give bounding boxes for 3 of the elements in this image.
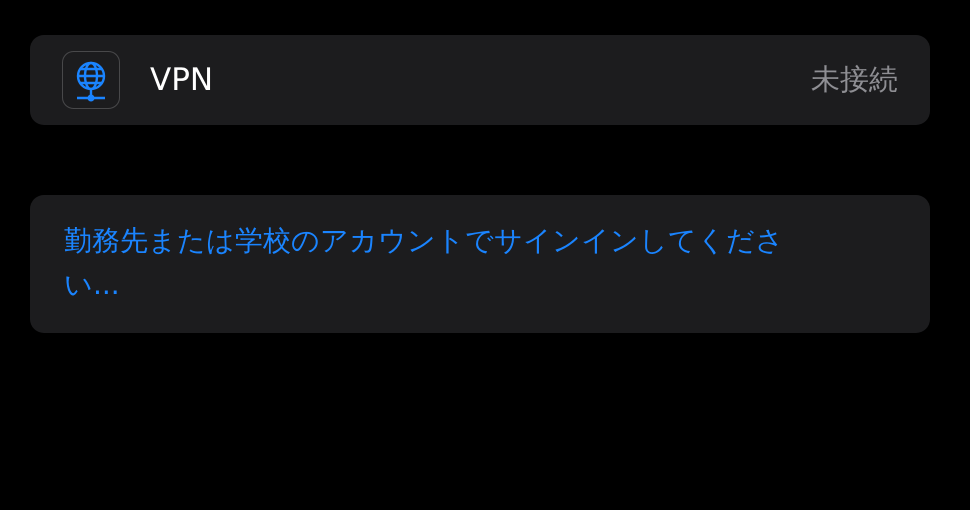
vpn-globe-icon bbox=[62, 51, 120, 109]
vpn-label: VPN bbox=[150, 62, 214, 98]
vpn-status: 未接続 bbox=[811, 61, 898, 98]
